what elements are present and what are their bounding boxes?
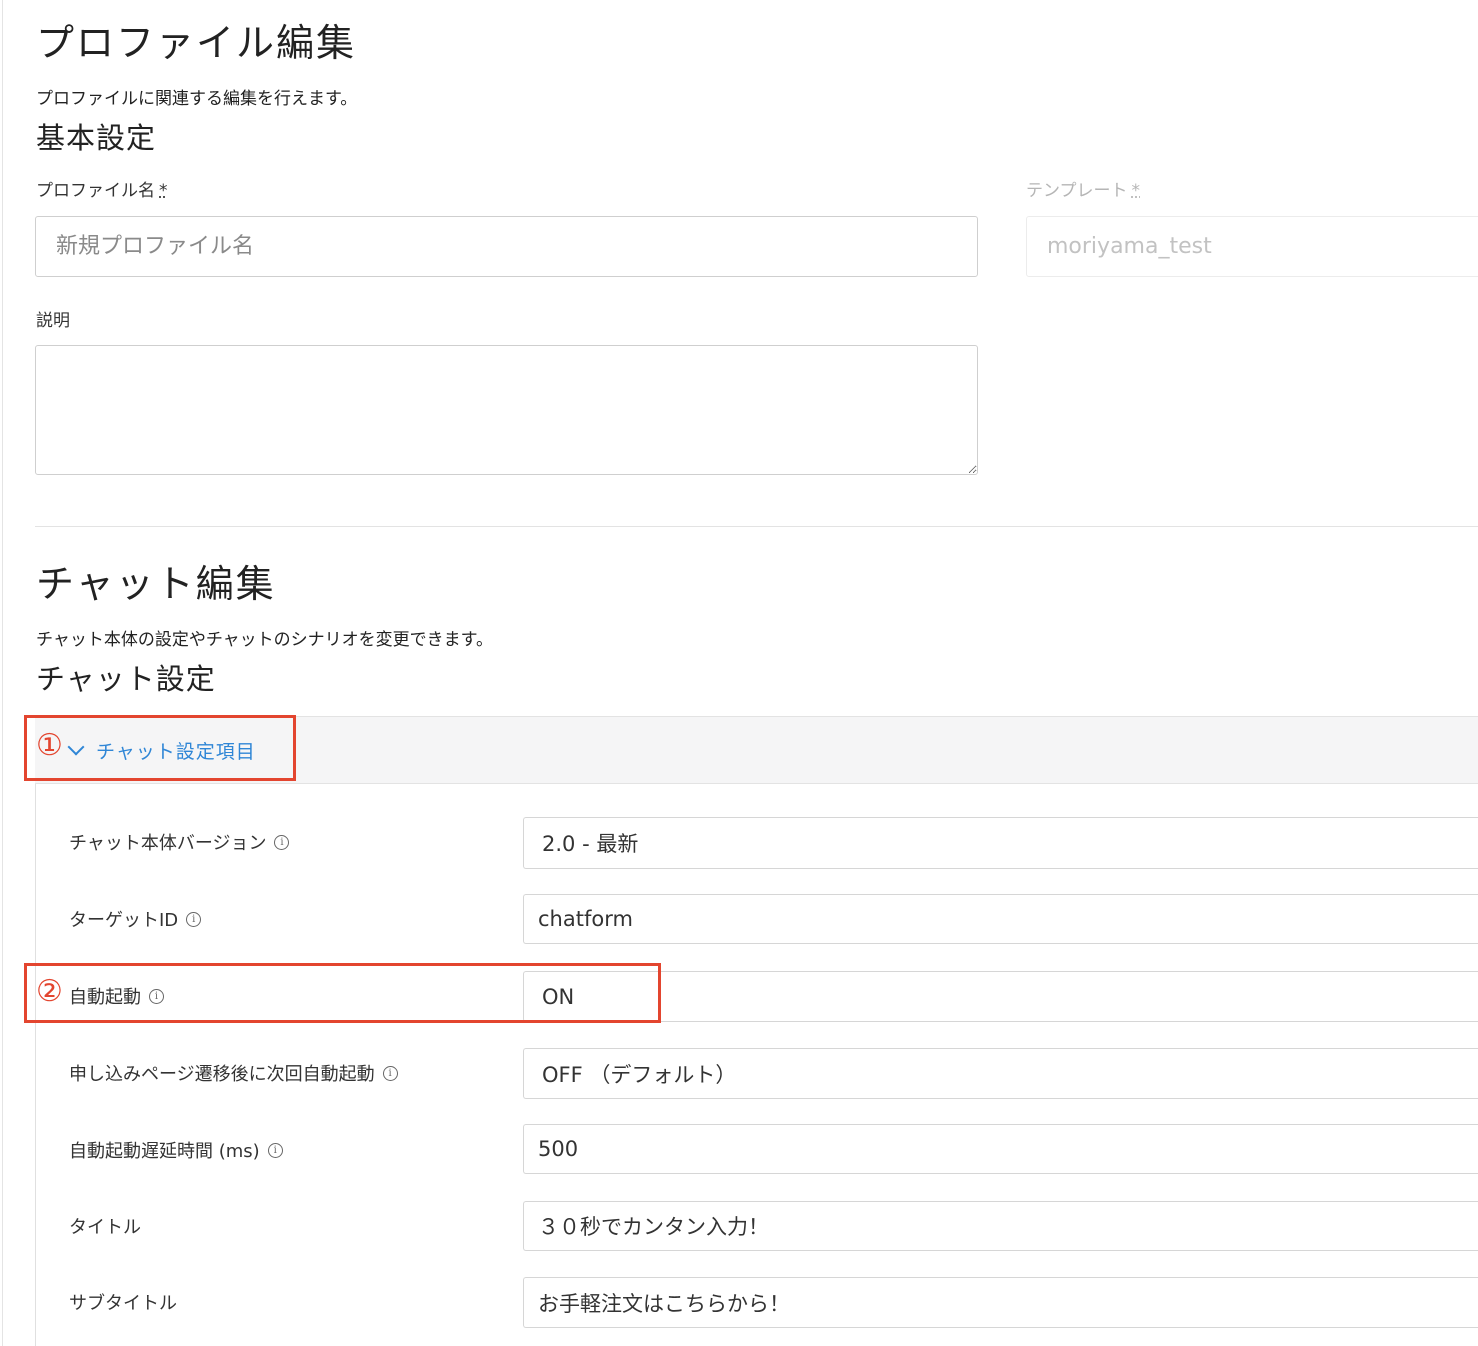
info-icon[interactable]: i <box>186 911 202 927</box>
description-label: 説明 <box>36 311 70 331</box>
description-textarea[interactable] <box>35 345 978 475</box>
row-label-chat-version: チャット本体バージョン i <box>69 830 290 854</box>
page-title: プロファイル編集 <box>36 21 357 65</box>
template-label-text: テンプレート <box>1026 181 1128 201</box>
auto-start-select[interactable]: ON <box>523 971 1478 1022</box>
template-input <box>1026 216 1478 277</box>
target-id-input[interactable]: chatform <box>523 894 1478 944</box>
profile-name-label-text: プロファイル名 <box>36 181 155 201</box>
profile-name-label: プロファイル名 * <box>36 176 168 201</box>
row-label-title: タイトル <box>69 1214 141 1238</box>
required-mark: * <box>159 181 168 201</box>
row-label-text: チャット本体バージョン <box>69 833 267 854</box>
annotation-box-2 <box>24 963 661 1023</box>
row-label-text: 申し込みページ遷移後に次回自動起動 <box>69 1064 375 1085</box>
title-input[interactable]: ３０秒でカンタン入力！ <box>523 1201 1478 1251</box>
row-label-next-auto-start: 申し込みページ遷移後に次回自動起動 i <box>69 1061 398 1085</box>
row-label-target-id: ターゲットID i <box>69 907 202 931</box>
annotation-box-1 <box>24 715 296 781</box>
row-label-text: タイトル <box>69 1217 141 1238</box>
info-icon[interactable]: i <box>274 834 290 850</box>
basic-settings-heading: 基本設定 <box>36 121 157 155</box>
annotation-number-2: ② <box>36 974 63 1009</box>
info-icon[interactable]: i <box>382 1065 398 1081</box>
row-label-text: ターゲットID <box>69 910 179 931</box>
page-left-border <box>2 0 3 1346</box>
chat-edit-title: チャット編集 <box>36 562 276 606</box>
chat-edit-description: チャット本体の設定やチャットのシナリオを変更できます。 <box>36 630 493 650</box>
page-description: プロファイルに関連する編集を行えます。 <box>36 89 358 109</box>
template-label: テンプレート * <box>1026 176 1140 201</box>
chat-version-select[interactable]: 2.0 - 最新 <box>523 817 1478 869</box>
row-label-auto-start-delay: 自動起動遅延時間 (ms) i <box>69 1138 283 1162</box>
info-icon[interactable]: i <box>267 1142 283 1158</box>
auto-start-delay-input[interactable]: 500 <box>523 1124 1478 1174</box>
profile-name-input[interactable] <box>35 216 978 277</box>
subtitle-input[interactable]: お手軽注文はこちらから！ <box>523 1277 1478 1328</box>
accordion-body-border <box>35 784 36 1346</box>
row-label-text: 自動起動遅延時間 (ms) <box>69 1141 260 1162</box>
next-auto-start-select[interactable]: OFF （デフォルト） <box>523 1048 1478 1099</box>
section-divider <box>35 526 1478 527</box>
row-label-text: サブタイトル <box>69 1293 177 1314</box>
required-mark: * <box>1131 181 1141 201</box>
annotation-number-1: ① <box>36 728 63 763</box>
row-label-subtitle: サブタイトル <box>69 1290 177 1314</box>
chat-settings-heading: チャット設定 <box>36 662 216 696</box>
